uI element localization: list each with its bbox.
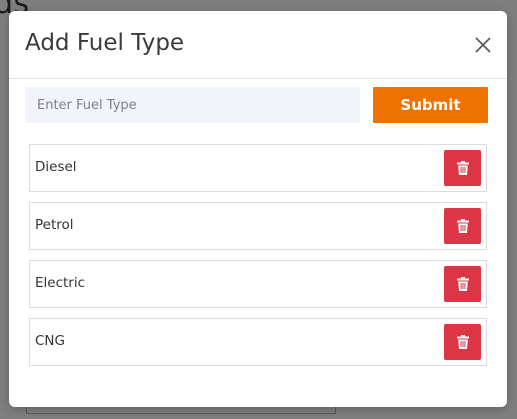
fuel-type-item-diesel: Diesel	[29, 144, 487, 192]
close-icon	[475, 37, 491, 53]
fuel-type-item-cng: CNG	[29, 318, 487, 366]
fuel-type-item-electric: Electric	[29, 260, 487, 308]
fuel-type-name: Diesel	[35, 159, 77, 175]
trash-icon	[456, 161, 469, 175]
trash-icon	[456, 335, 469, 349]
close-button[interactable]	[473, 35, 493, 55]
fuel-type-name: Electric	[35, 275, 86, 291]
fuel-type-item-petrol: Petrol	[29, 202, 487, 250]
delete-petrol-button[interactable]	[444, 208, 481, 244]
add-fuel-type-modal: Add Fuel Type Submit Diesel	[9, 11, 507, 407]
delete-diesel-button[interactable]	[444, 150, 481, 186]
fuel-type-name: Petrol	[35, 217, 74, 233]
modal-title: Add Fuel Type	[25, 30, 185, 56]
trash-icon	[456, 277, 469, 291]
submit-button[interactable]: Submit	[373, 87, 488, 123]
delete-electric-button[interactable]	[444, 266, 481, 302]
fuel-type-list: Diesel Petrol Electric CNG	[29, 144, 487, 376]
modal-header: Add Fuel Type	[9, 11, 507, 79]
delete-cng-button[interactable]	[444, 324, 481, 360]
fuel-type-input[interactable]	[25, 87, 360, 123]
fuel-type-name: CNG	[35, 333, 65, 349]
trash-icon	[456, 219, 469, 233]
